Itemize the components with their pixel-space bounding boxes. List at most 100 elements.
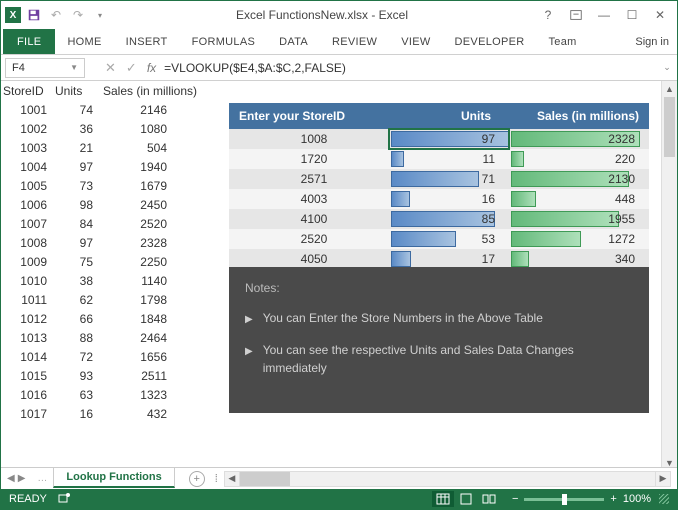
lookup-units-cell[interactable]: 17 [389,249,509,269]
cell-storeid[interactable]: 1002 [1,122,53,136]
scroll-up-icon[interactable]: ▲ [662,81,677,97]
tab-file[interactable]: FILE [3,29,55,54]
lookup-storeid-cell[interactable]: 2571 [229,169,389,189]
cell-storeid[interactable]: 1014 [1,350,53,364]
cell-storeid[interactable]: 1006 [1,198,53,212]
lookup-units-cell[interactable]: 53 [389,229,509,249]
lookup-storeid-cell[interactable]: 4100 [229,209,389,229]
cell-units[interactable]: 75 [53,255,101,269]
fx-icon[interactable]: fx [147,61,156,75]
lookup-sales-cell[interactable]: 448 [509,189,649,209]
cell-units[interactable]: 63 [53,388,101,402]
cell-sales[interactable]: 1656 [101,350,221,364]
cell-units[interactable]: 62 [53,293,101,307]
redo-icon[interactable]: ↷ [69,6,87,24]
cell-units[interactable]: 97 [53,160,101,174]
lookup-row[interactable]: 172011220 [229,149,649,169]
tab-home[interactable]: HOME [55,29,113,54]
lookup-units-cell[interactable]: 16 [389,189,509,209]
cell-units[interactable]: 74 [53,103,101,117]
cell-storeid[interactable]: 1008 [1,236,53,250]
cell-sales[interactable]: 1679 [101,179,221,193]
enter-formula-icon[interactable]: ✓ [126,60,137,76]
cell-units[interactable]: 21 [53,141,101,155]
lookup-row[interactable]: 405017340 [229,249,649,269]
cell-sales[interactable]: 2328 [101,236,221,250]
zoom-in-icon[interactable]: + [610,493,616,505]
name-box[interactable]: F4 ▼ [5,58,85,78]
cell-storeid[interactable]: 1001 [1,103,53,117]
scroll-thumb[interactable] [664,97,675,157]
tab-insert[interactable]: INSERT [114,29,180,54]
cell-storeid[interactable]: 1007 [1,217,53,231]
lookup-row[interactable]: 1008972328 [229,129,649,149]
lookup-storeid-cell[interactable]: 1008 [229,129,389,149]
lookup-storeid-cell[interactable]: 1720 [229,149,389,169]
lookup-row[interactable]: 4100851955 [229,209,649,229]
cell-units[interactable]: 72 [53,350,101,364]
lookup-storeid-cell[interactable]: 4003 [229,189,389,209]
cell-sales[interactable]: 2511 [101,369,221,383]
close-icon[interactable]: ✕ [647,5,673,25]
lookup-units-cell[interactable]: 97 [389,129,509,149]
view-page-break-icon[interactable] [478,491,500,507]
sheet-next-icon[interactable]: ▶ [18,473,26,484]
tab-view[interactable]: VIEW [389,29,442,54]
cell-storeid[interactable]: 1013 [1,331,53,345]
vertical-scrollbar[interactable]: ▲ ▼ [661,81,677,471]
cell-storeid[interactable]: 1012 [1,312,53,326]
lookup-units-cell[interactable]: 85 [389,209,509,229]
cell-sales[interactable]: 2450 [101,198,221,212]
zoom-knob[interactable] [562,494,567,505]
formula-bar[interactable]: =VLOOKUP($E4,$A:$C,2,FALSE) [156,61,657,75]
lookup-sales-cell[interactable]: 340 [509,249,649,269]
lookup-row[interactable]: 2571712130 [229,169,649,189]
new-sheet-icon[interactable]: + [189,471,205,487]
zoom-slider[interactable] [524,498,604,501]
cell-storeid[interactable]: 1016 [1,388,53,402]
cell-storeid[interactable]: 1010 [1,274,53,288]
zoom-controls[interactable]: − + 100% [512,493,651,505]
scroll-track[interactable] [662,97,677,455]
qat-dropdown-icon[interactable]: ▾ [91,6,109,24]
hscroll-left-icon[interactable]: ◀ [224,471,240,487]
cell-sales[interactable]: 2464 [101,331,221,345]
help-icon[interactable]: ? [535,5,561,25]
hscroll-thumb[interactable] [240,472,290,486]
inactive-sheet-ellipsis[interactable]: … [31,473,53,484]
lookup-units-cell[interactable]: 71 [389,169,509,189]
resize-grip-icon[interactable] [659,494,669,504]
cell-units[interactable]: 98 [53,198,101,212]
sign-in-link[interactable]: Sign in [635,36,675,48]
cell-sales[interactable]: 1080 [101,122,221,136]
cell-storeid[interactable]: 1009 [1,255,53,269]
view-page-layout-icon[interactable] [455,491,477,507]
save-icon[interactable] [25,6,43,24]
cancel-formula-icon[interactable]: ✕ [105,60,116,76]
cell-storeid[interactable]: 1003 [1,141,53,155]
tab-review[interactable]: REVIEW [320,29,389,54]
lookup-sales-cell[interactable]: 2130 [509,169,649,189]
lookup-sales-cell[interactable]: 2328 [509,129,649,149]
cell-units[interactable]: 93 [53,369,101,383]
tab-team[interactable]: Team [537,29,589,54]
cell-storeid[interactable]: 1005 [1,179,53,193]
cell-storeid[interactable]: 1004 [1,160,53,174]
hscroll-track[interactable] [240,471,655,487]
zoom-level[interactable]: 100% [623,493,651,505]
lookup-row[interactable]: 2520531272 [229,229,649,249]
cell-sales[interactable]: 1140 [101,274,221,288]
cell-units[interactable]: 36 [53,122,101,136]
cell-sales[interactable]: 432 [101,407,221,421]
macro-record-icon[interactable] [57,491,71,508]
lookup-sales-cell[interactable]: 1955 [509,209,649,229]
lookup-storeid-cell[interactable]: 4050 [229,249,389,269]
cell-sales[interactable]: 2146 [101,103,221,117]
lookup-row[interactable]: 400316448 [229,189,649,209]
cell-units[interactable]: 84 [53,217,101,231]
horizontal-scrollbar[interactable]: ◀ ▶ [224,471,671,487]
ribbon-options-icon[interactable] [563,5,589,25]
lookup-units-cell[interactable]: 11 [389,149,509,169]
formula-expand-icon[interactable]: ⌄ [657,62,677,73]
sheet-prev-icon[interactable]: ◀ [7,473,15,484]
